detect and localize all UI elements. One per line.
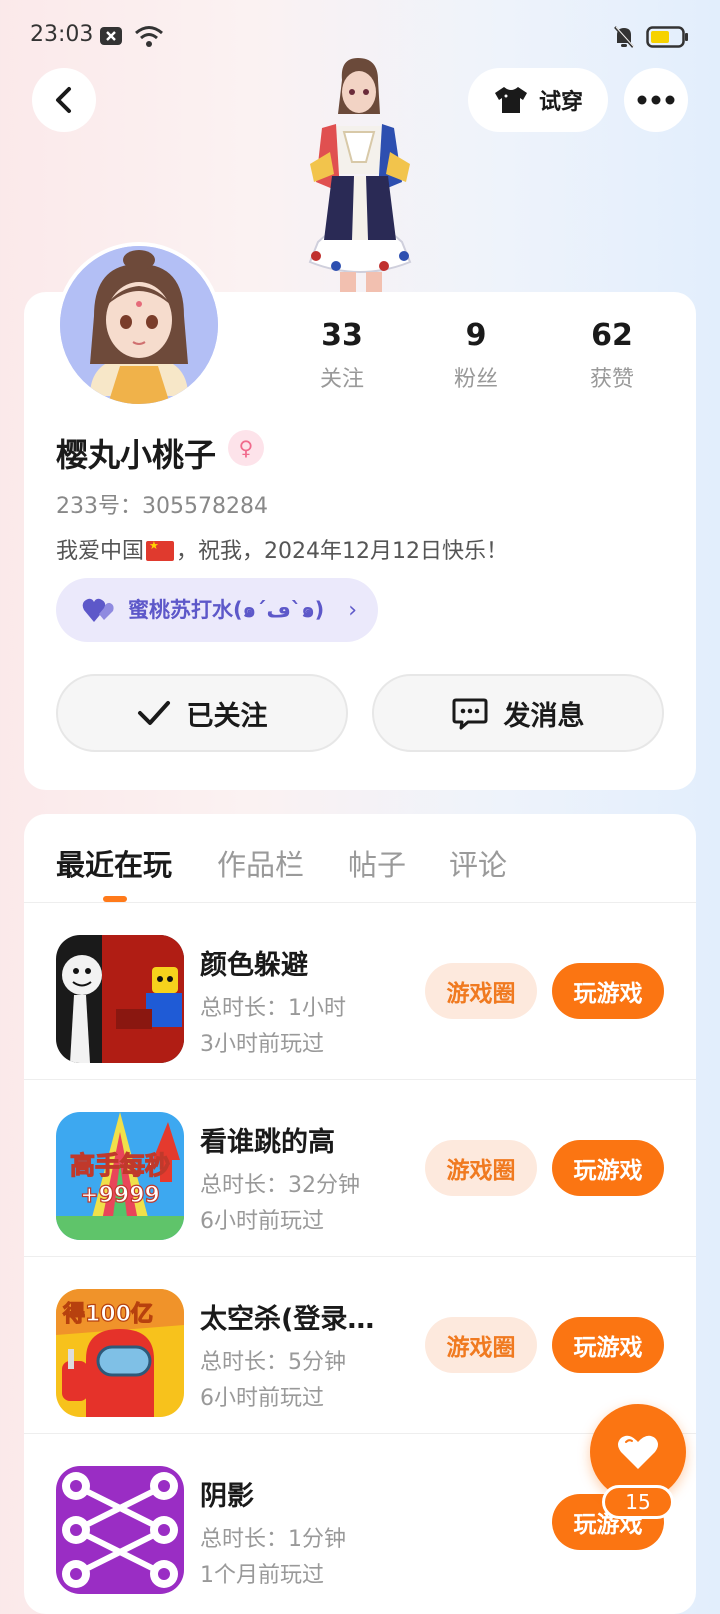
game-last-played: 1个月前玩过 (200, 1563, 324, 1588)
game-circle-button[interactable]: 游戏圈 (425, 1140, 537, 1196)
follow-label: 已关注 (186, 700, 268, 732)
avatar[interactable] (56, 242, 222, 408)
game-title: 颜色躲避 (200, 950, 308, 981)
game-icon-shadow[interactable] (56, 1466, 184, 1594)
heart-icon (618, 1435, 658, 1469)
chevron-right-icon: › (348, 597, 358, 623)
china-flag-icon (146, 539, 175, 561)
play-game-button[interactable]: 玩游戏 (552, 1317, 664, 1373)
chevron-left-icon (56, 87, 71, 113)
likes-count: 62 (591, 318, 633, 353)
female-gender-icon: ♀ (228, 430, 264, 466)
play-game-button[interactable]: 玩游戏 (552, 1140, 664, 1196)
try-on-label: 试穿 (538, 90, 583, 115)
club-badge-button[interactable]: 蜜桃苏打水(๑´ڡ`๑) › (56, 578, 378, 642)
tab-comments[interactable]: 评论 (449, 842, 507, 884)
wifi-icon (134, 24, 164, 52)
following-count: 33 (321, 318, 363, 353)
mute-bell-icon (612, 24, 636, 54)
game-title: 阴影 (200, 1481, 254, 1512)
game-icon-space-kill[interactable]: 得100亿 (56, 1289, 184, 1417)
game-title: 太空杀(登录送... (200, 1304, 400, 1335)
user-id-label: 233号： (56, 494, 142, 519)
avatar-3d-figure[interactable] (270, 52, 450, 298)
game-last-played: 6小时前玩过 (200, 1386, 324, 1411)
stat-followers[interactable]: 9 粉丝 (416, 318, 536, 393)
play-game-button[interactable]: 玩游戏 (552, 963, 664, 1019)
game-circle-button[interactable]: 游戏圈 (425, 1317, 537, 1373)
game-row[interactable]: 得100亿 太空杀(登录送... 总时长：5分钟 6小时前玩过 游戏圈 玩游戏 (24, 1257, 696, 1434)
game-last-played: 3小时前玩过 (200, 1032, 324, 1057)
user-bio: 我爱中国 ，祝我，2024年12月12日快乐！ (56, 533, 508, 565)
game-last-played: 6小时前玩过 (200, 1209, 324, 1234)
message-button[interactable]: 发消息 (372, 674, 664, 752)
battery-icon (646, 24, 690, 54)
bio-prefix: 我爱中国 (56, 539, 145, 564)
follow-button[interactable]: 已关注 (56, 674, 348, 752)
bio-suffix: ，祝我，2024年12月12日快乐！ (176, 539, 508, 564)
status-time: 23:03 (30, 22, 94, 47)
game-duration: 总时长：1分钟 (200, 1527, 346, 1552)
stat-following[interactable]: 33 关注 (282, 318, 402, 393)
likes-label: 获赞 (589, 367, 634, 392)
checkmark-icon (137, 701, 170, 725)
user-name: 樱丸小桃子 (56, 436, 217, 474)
game-duration: 总时长：32分钟 (200, 1173, 360, 1198)
stat-likes[interactable]: 62 获赞 (552, 318, 672, 393)
game-duration: 总时长：5分钟 (200, 1350, 346, 1375)
chat-bubble-icon (452, 698, 487, 730)
like-count-badge: 15 (602, 1485, 674, 1519)
tab-works[interactable]: 作品栏 (217, 842, 304, 884)
game-duration: 总时长：1小时 (200, 996, 346, 1021)
more-dots-icon (637, 95, 675, 105)
club-name: 蜜桃苏打水(๑´ڡ`๑) (128, 597, 325, 622)
game-icon-jump-high[interactable]: 高手每秒 +9999 (56, 1112, 184, 1240)
game-row[interactable]: 颜色躲避 总时长：1小时 3小时前玩过 游戏圈 玩游戏 (24, 903, 696, 1080)
notification-icon (98, 24, 124, 52)
tshirt-icon (494, 87, 527, 113)
game-icon-text: 高手每秒 (70, 1151, 170, 1180)
game-icon-text: +9999 (80, 1183, 160, 1208)
game-icon-color-dodge[interactable] (56, 935, 184, 1063)
game-title: 看谁跳的高 (200, 1127, 335, 1158)
try-on-button[interactable]: 试穿 (468, 68, 608, 132)
tab-posts[interactable]: 帖子 (348, 842, 406, 884)
tab-recent-play[interactable]: 最近在玩 (56, 842, 172, 884)
user-id[interactable]: 233号：305578284 (56, 488, 268, 520)
back-button[interactable] (32, 68, 96, 132)
more-options-button[interactable] (624, 68, 688, 132)
game-row[interactable]: 高手每秒 +9999 看谁跳的高 总时长：32分钟 6小时前玩过 游戏圈 玩游戏 (24, 1080, 696, 1257)
following-label: 关注 (319, 367, 364, 392)
double-heart-icon (82, 598, 114, 622)
user-id-value: 305578284 (142, 494, 268, 519)
game-circle-button[interactable]: 游戏圈 (425, 963, 537, 1019)
followers-label: 粉丝 (453, 367, 498, 392)
game-icon-text: 得100亿 (62, 1301, 153, 1327)
followers-count: 9 (465, 318, 487, 353)
message-label: 发消息 (503, 700, 585, 732)
